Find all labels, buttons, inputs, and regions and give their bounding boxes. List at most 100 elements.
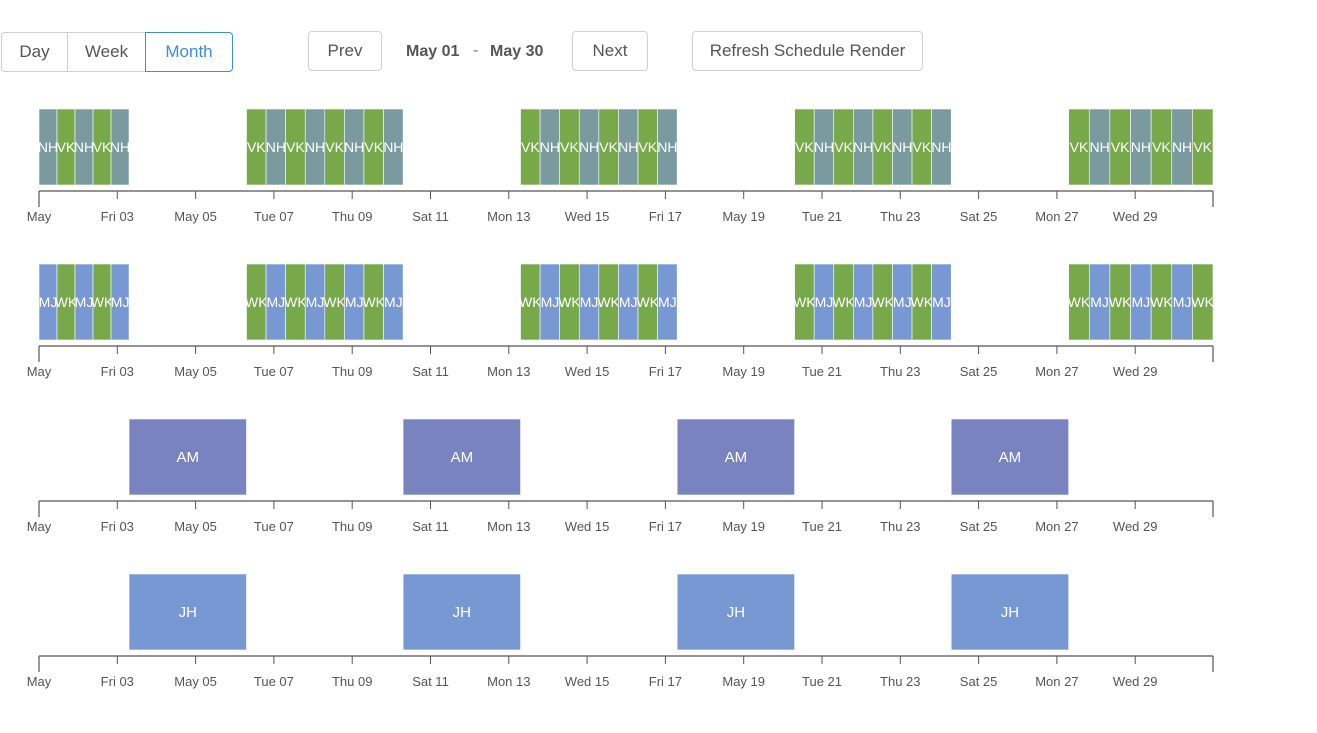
shift-stripe[interactable] xyxy=(911,263,932,341)
shift-stripe[interactable] xyxy=(1088,263,1111,341)
prev-button[interactable]: Prev xyxy=(308,31,382,71)
shift-stripe[interactable] xyxy=(872,108,893,186)
shift-stripe[interactable] xyxy=(74,108,94,186)
shift-stripe[interactable] xyxy=(1171,108,1193,186)
shift-stripe[interactable] xyxy=(265,263,286,341)
shift-stripe[interactable] xyxy=(794,263,815,341)
shift-stripe[interactable] xyxy=(324,263,345,341)
shift-stripe[interactable] xyxy=(637,263,658,341)
shift-stripe[interactable] xyxy=(950,418,1069,496)
shift-stripe[interactable] xyxy=(950,573,1069,651)
shift-stripe[interactable] xyxy=(598,263,619,341)
shift-stripe[interactable] xyxy=(833,263,854,341)
shift-stripe[interactable] xyxy=(383,108,404,186)
shift-stripe[interactable] xyxy=(598,108,619,186)
shift-stripe[interactable] xyxy=(38,108,58,186)
schedule-block[interactable]: AM xyxy=(950,418,1069,496)
shift-stripe[interactable] xyxy=(265,108,286,186)
shift-stripe[interactable] xyxy=(911,108,932,186)
day-view-button[interactable]: Day xyxy=(1,32,68,72)
schedule-block[interactable]: JH xyxy=(676,573,795,651)
shift-stripe[interactable] xyxy=(853,108,874,186)
shift-stripe[interactable] xyxy=(363,108,384,186)
shift-stripe[interactable] xyxy=(872,263,893,341)
shift-stripe[interactable] xyxy=(56,263,76,341)
schedule-block[interactable]: VK NH VK NH VK NH VK xyxy=(1068,108,1214,186)
shift-stripe[interactable] xyxy=(559,108,580,186)
shift-stripe[interactable] xyxy=(344,263,365,341)
shift-stripe[interactable] xyxy=(520,108,541,186)
shift-stripe[interactable] xyxy=(1192,263,1214,341)
shift-stripe[interactable] xyxy=(246,108,267,186)
shift-stripe[interactable] xyxy=(539,263,560,341)
shift-stripe[interactable] xyxy=(794,108,815,186)
schedule-block[interactable]: JH xyxy=(950,573,1069,651)
shift-stripe[interactable] xyxy=(285,108,306,186)
shift-stripe[interactable] xyxy=(1130,108,1152,186)
schedule-block[interactable]: JH xyxy=(402,573,521,651)
shift-stripe[interactable] xyxy=(1068,263,1090,341)
next-button[interactable]: Next xyxy=(572,31,648,71)
shift-stripe[interactable] xyxy=(344,108,365,186)
shift-stripe[interactable] xyxy=(892,108,913,186)
shift-stripe[interactable] xyxy=(618,263,639,341)
shift-stripe[interactable] xyxy=(110,108,130,186)
shift-stripe[interactable] xyxy=(285,263,306,341)
schedule-block[interactable]: WK MJ WK MJ WK MJ WK xyxy=(1068,263,1215,341)
shift-stripe[interactable] xyxy=(892,263,913,341)
schedule-block[interactable]: WKMJWKMJWKMJWKMJ xyxy=(519,263,678,341)
shift-stripe[interactable] xyxy=(1150,263,1173,341)
schedule-block[interactable]: VK NH VK NH VK NH VK NH xyxy=(794,108,952,186)
shift-stripe[interactable] xyxy=(618,108,639,186)
shift-stripe[interactable] xyxy=(56,108,76,186)
shift-stripe[interactable] xyxy=(813,108,835,186)
refresh-schedule-render-button[interactable]: Refresh Schedule Render xyxy=(692,31,923,71)
shift-stripe[interactable] xyxy=(539,108,560,186)
shift-stripe[interactable] xyxy=(559,263,580,341)
shift-stripe[interactable] xyxy=(38,263,58,341)
shift-stripe[interactable] xyxy=(1109,108,1131,186)
schedule-block[interactable]: AM xyxy=(402,418,521,496)
shift-stripe[interactable] xyxy=(1068,108,1090,186)
shift-stripe[interactable] xyxy=(520,263,541,341)
shift-stripe[interactable] xyxy=(931,108,952,186)
shift-stripe[interactable] xyxy=(92,263,112,341)
shift-stripe[interactable] xyxy=(1192,108,1214,186)
schedule-block[interactable]: AM xyxy=(128,418,247,496)
schedule-block[interactable]: JH xyxy=(128,573,247,651)
shift-stripe[interactable] xyxy=(128,418,247,496)
shift-stripe[interactable] xyxy=(578,263,600,341)
shift-stripe[interactable] xyxy=(657,108,678,186)
shift-stripe[interactable] xyxy=(304,108,326,186)
shift-stripe[interactable] xyxy=(402,418,521,496)
shift-stripe[interactable] xyxy=(676,418,795,496)
week-view-button[interactable]: Week xyxy=(67,32,146,72)
shift-stripe[interactable] xyxy=(363,263,384,341)
schedule-block[interactable]: MJWKMJWKMJ xyxy=(38,263,130,341)
shift-stripe[interactable] xyxy=(1150,108,1173,186)
schedule-block[interactable]: WKMJWKMJWKMJWKMJ xyxy=(245,263,404,341)
shift-stripe[interactable] xyxy=(304,263,326,341)
shift-stripe[interactable] xyxy=(578,108,600,186)
shift-stripe[interactable] xyxy=(1109,263,1131,341)
shift-stripe[interactable] xyxy=(92,108,112,186)
shift-stripe[interactable] xyxy=(1088,108,1111,186)
shift-stripe[interactable] xyxy=(402,573,521,651)
month-view-button[interactable]: Month xyxy=(145,32,233,72)
shift-stripe[interactable] xyxy=(657,263,678,341)
schedule-block[interactable]: NHVKNHVKNH xyxy=(38,108,130,186)
shift-stripe[interactable] xyxy=(676,573,795,651)
shift-stripe[interactable] xyxy=(110,263,130,341)
schedule-block[interactable]: AM xyxy=(676,418,795,496)
shift-stripe[interactable] xyxy=(1171,263,1193,341)
shift-stripe[interactable] xyxy=(853,263,874,341)
shift-stripe[interactable] xyxy=(128,573,247,651)
shift-stripe[interactable] xyxy=(324,108,345,186)
shift-stripe[interactable] xyxy=(833,108,854,186)
shift-stripe[interactable] xyxy=(931,263,952,341)
shift-stripe[interactable] xyxy=(1130,263,1152,341)
shift-stripe[interactable] xyxy=(813,263,835,341)
shift-stripe[interactable] xyxy=(383,263,404,341)
schedule-block[interactable]: VK NH VK NH VK NH VK NH xyxy=(520,108,678,186)
schedule-block[interactable]: WKMJWKMJWKMJWKMJ xyxy=(793,263,952,341)
